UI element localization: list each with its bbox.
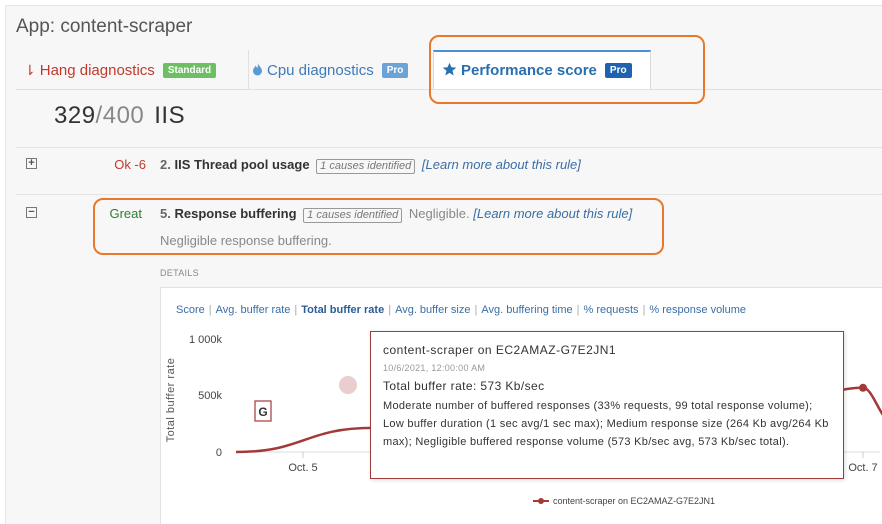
- expand-toggle[interactable]: +: [26, 158, 37, 169]
- divider: [16, 194, 882, 195]
- app-title: App: content-scraper: [16, 16, 193, 37]
- tab-label: Cpu diagnostics: [267, 61, 374, 79]
- tooltip-title: content-scraper on EC2AMAZ-G7E2JN1: [383, 343, 617, 357]
- collapse-toggle[interactable]: −: [26, 207, 37, 218]
- metric-selector: Score | Avg. buffer rate | Total buffer rate…: [176, 304, 747, 316]
- metric-avg-buffering-time[interactable]: Avg. buffering time: [481, 304, 572, 316]
- tooltip-rate: Total buffer rate: 573 Kb/sec: [383, 379, 545, 393]
- metric-total-buffer-rate[interactable]: Total buffer rate: [301, 304, 384, 316]
- rule-name: IIS Thread pool usage: [174, 157, 310, 172]
- details-label: DETAILS: [160, 268, 199, 278]
- highlight-response-buffering: [93, 198, 664, 255]
- learn-more-link[interactable]: [Learn more about this rule]: [422, 157, 581, 172]
- tab-label: Hang diagnostics: [39, 61, 155, 79]
- metric-percent-requests[interactable]: % requests: [584, 304, 639, 316]
- score-max: /400: [95, 102, 145, 129]
- server-type: IIS: [154, 102, 186, 129]
- divider: [16, 147, 882, 148]
- metric-score[interactable]: Score: [176, 304, 205, 316]
- metric-percent-response-volume[interactable]: % response volume: [649, 304, 746, 316]
- flame-icon: [252, 62, 263, 79]
- standard-badge: Standard: [162, 62, 217, 78]
- metric-avg-buffer-rate[interactable]: Avg. buffer rate: [216, 304, 291, 316]
- tooltip-date: 10/6/2021, 12:00:00 AM: [383, 363, 486, 373]
- rule-row-thread-pool: 2. IIS Thread pool usage 1 causes identi…: [160, 157, 581, 174]
- pro-badge: Pro: [381, 62, 409, 78]
- tab-cpu-diagnostics[interactable]: Cpu diagnostics Pro: [244, 50, 435, 90]
- highlight-performance-tab: [429, 35, 705, 104]
- performance-score: 329/400 IIS: [54, 102, 185, 130]
- causes-badge: 1 causes identified: [316, 159, 416, 174]
- sort-desc-icon: ⇂: [24, 61, 36, 78]
- tab-hang-diagnostics[interactable]: ⇂ Hang diagnostics Standard: [18, 50, 249, 90]
- rule-number: 2.: [160, 157, 171, 172]
- metric-avg-buffer-size[interactable]: Avg. buffer size: [395, 304, 470, 316]
- chart-tooltip: content-scraper on EC2AMAZ-G7E2JN1 10/6/…: [370, 331, 844, 479]
- score-value: 329: [54, 102, 96, 129]
- rule-status: Ok -6: [114, 157, 146, 172]
- tooltip-body: Moderate number of buffered responses (3…: [383, 400, 829, 448]
